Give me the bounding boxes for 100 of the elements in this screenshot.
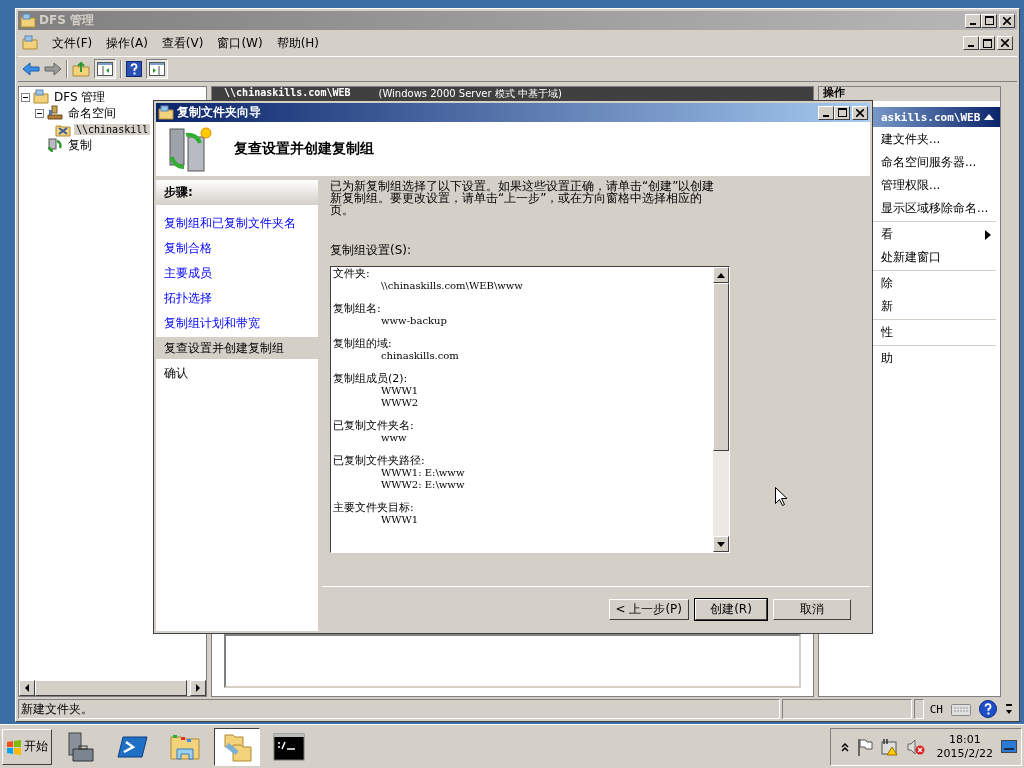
dialog-button[interactable]: 取消 bbox=[773, 598, 851, 620]
menu-item[interactable]: 文件(F) bbox=[52, 34, 93, 52]
keyboard-icon[interactable] bbox=[951, 702, 971, 716]
setting-value: \\chinaskills.com\WEB\www bbox=[380, 280, 524, 292]
help-icon[interactable] bbox=[979, 700, 997, 718]
actions-title: 操作 bbox=[819, 87, 1001, 101]
minimize-button[interactable] bbox=[818, 105, 834, 120]
arrow-left-icon bbox=[24, 684, 30, 692]
terminal-icon bbox=[273, 732, 305, 761]
setting-label: 文件夹: bbox=[333, 268, 371, 280]
tree-item[interactable]: \\chinaskill bbox=[74, 123, 151, 135]
arrow-up-icon bbox=[717, 272, 725, 278]
scroll-down-button[interactable] bbox=[713, 536, 729, 552]
restore-button[interactable] bbox=[979, 36, 995, 50]
options-icon[interactable] bbox=[1005, 702, 1013, 716]
volume-muted-icon[interactable] bbox=[906, 737, 925, 756]
arrow-down-icon bbox=[717, 541, 725, 547]
scroll-right-button[interactable] bbox=[190, 680, 207, 696]
collapse-toggle[interactable] bbox=[35, 108, 44, 118]
minimize-icon bbox=[970, 22, 976, 25]
scroll-up-button[interactable] bbox=[713, 267, 729, 283]
tree-item[interactable]: 复制 bbox=[66, 136, 94, 154]
minimize-button[interactable] bbox=[963, 36, 979, 50]
dialog-button[interactable]: < 上一步(P) bbox=[608, 598, 689, 620]
wizard-step[interactable]: 拓扑选择 bbox=[156, 287, 318, 309]
collapse-icon[interactable] bbox=[984, 114, 995, 120]
taskbar-app[interactable] bbox=[214, 727, 260, 766]
wizard-step: 确认 bbox=[156, 362, 318, 384]
arrow-right-icon bbox=[195, 684, 202, 692]
back-icon[interactable] bbox=[22, 61, 40, 77]
folder-icon bbox=[33, 89, 49, 105]
settings-label: 复制组设置(S): bbox=[330, 242, 413, 259]
tree-item[interactable]: DFS 管理 bbox=[52, 88, 108, 106]
menu-item[interactable]: 查看(V) bbox=[161, 34, 204, 52]
maximize-button[interactable] bbox=[834, 105, 850, 120]
namespace-mode: (Windows 2000 Server 模式 中基于域) bbox=[378, 87, 562, 101]
dialog-title: 复制文件夹向导 bbox=[177, 104, 261, 121]
forward-icon[interactable] bbox=[44, 61, 62, 77]
menu-item[interactable]: 窗口(W) bbox=[217, 34, 263, 52]
scrollbar-thumb[interactable] bbox=[35, 680, 187, 696]
toolbox-icon bbox=[65, 730, 97, 763]
setting-value: WWW1: E:\www bbox=[380, 467, 466, 479]
setting-label: 复制组名: bbox=[333, 303, 382, 315]
tree-item[interactable]: 命名空间 bbox=[66, 104, 118, 122]
setting-value: www-backup bbox=[380, 315, 448, 327]
submenu-arrow-icon bbox=[985, 229, 992, 240]
windows-logo-icon bbox=[6, 738, 22, 755]
scrollbar-thumb[interactable] bbox=[713, 283, 729, 451]
namespace-path: \\chinaskills.com\WEB bbox=[224, 87, 351, 98]
setting-value: WWW2 bbox=[380, 397, 420, 409]
setting-label: 已复制文件夹路径: bbox=[333, 455, 426, 467]
wizard-step[interactable]: 复制合格 bbox=[156, 237, 318, 259]
help-icon[interactable] bbox=[126, 61, 142, 77]
language-indicator[interactable]: CH bbox=[929, 702, 943, 716]
close-button[interactable] bbox=[852, 105, 868, 120]
steps-title: 步骤: bbox=[156, 180, 318, 205]
maximize-icon bbox=[837, 108, 847, 117]
collapse-toggle[interactable] bbox=[21, 92, 30, 102]
show-action-pane-button[interactable] bbox=[146, 59, 168, 79]
wizard-step: 复查设置并创建复制组 bbox=[156, 337, 318, 359]
minimize-icon bbox=[968, 45, 974, 47]
wizard-step[interactable]: 复制组计划和带宽 bbox=[156, 312, 318, 334]
menu-item[interactable]: 帮助(H) bbox=[276, 34, 320, 52]
close-icon bbox=[1001, 39, 1009, 47]
close-button[interactable] bbox=[997, 36, 1013, 50]
flag-icon[interactable] bbox=[856, 737, 873, 756]
app-icon bbox=[158, 104, 174, 121]
start-button[interactable]: 开始 bbox=[2, 728, 52, 765]
description-text: 已为新复制组选择了以下设置。如果这些设置正确，请单击“创建”以创建新复制组。要更改设置，请单击“上一步”，或在方向窗格中选择相应的页。 bbox=[330, 180, 716, 216]
wizard-step[interactable]: 复制组和已复制文件夹名 bbox=[156, 212, 318, 234]
clock-date: 2015/2/22 bbox=[936, 746, 993, 761]
network-warning-icon[interactable] bbox=[880, 737, 899, 756]
close-icon bbox=[856, 108, 864, 117]
app-icon bbox=[20, 12, 36, 29]
setting-value: www bbox=[380, 432, 408, 444]
setting-label: 复制组的域: bbox=[333, 338, 393, 350]
minimize-icon bbox=[823, 114, 829, 117]
server-group-icon bbox=[47, 105, 63, 121]
clock-time: 18:01 bbox=[948, 732, 981, 747]
dialog-button[interactable]: 创建(R) bbox=[695, 598, 767, 620]
replication-server-icon bbox=[166, 125, 214, 173]
action-item[interactable]: 看 bbox=[819, 223, 997, 246]
menu-item[interactable]: 操作(A) bbox=[106, 34, 148, 52]
show-desktop-icon[interactable] bbox=[1001, 738, 1017, 755]
show-hidden-icons[interactable] bbox=[840, 741, 849, 752]
setting-value: WWW1 bbox=[380, 514, 420, 526]
status-text: 新建文件夹。 bbox=[18, 699, 781, 719]
sync-icon bbox=[47, 137, 63, 153]
setting-label: 复制组成员(2): bbox=[333, 373, 409, 385]
wizard-step[interactable]: 主要成员 bbox=[156, 262, 318, 284]
setting-value: WWW2: E:\www bbox=[380, 479, 466, 491]
settings-text-box[interactable]: 文件夹: \\chinaskills.com\WEB\www 复制组名: www-backup 复制组的域: chinaskills.com 复制组成员(2): WWW1 WWW2 已复制文件夹名: www 已复制文件夹路径: WWW1: E:\www WWW2: E:\www 主要文件夹目标: WWW1 bbox=[330, 266, 730, 553]
scroll-left-button[interactable] bbox=[19, 680, 35, 696]
setting-label: 主要文件夹目标: bbox=[333, 502, 415, 514]
cursor-icon bbox=[775, 487, 787, 506]
wizard-heading: 复查设置并创建复制组 bbox=[234, 140, 374, 158]
restore-icon bbox=[982, 38, 992, 48]
show-tree-button[interactable] bbox=[94, 59, 116, 79]
setting-label: 已复制文件夹名: bbox=[333, 420, 415, 432]
maximize-icon bbox=[984, 16, 994, 25]
